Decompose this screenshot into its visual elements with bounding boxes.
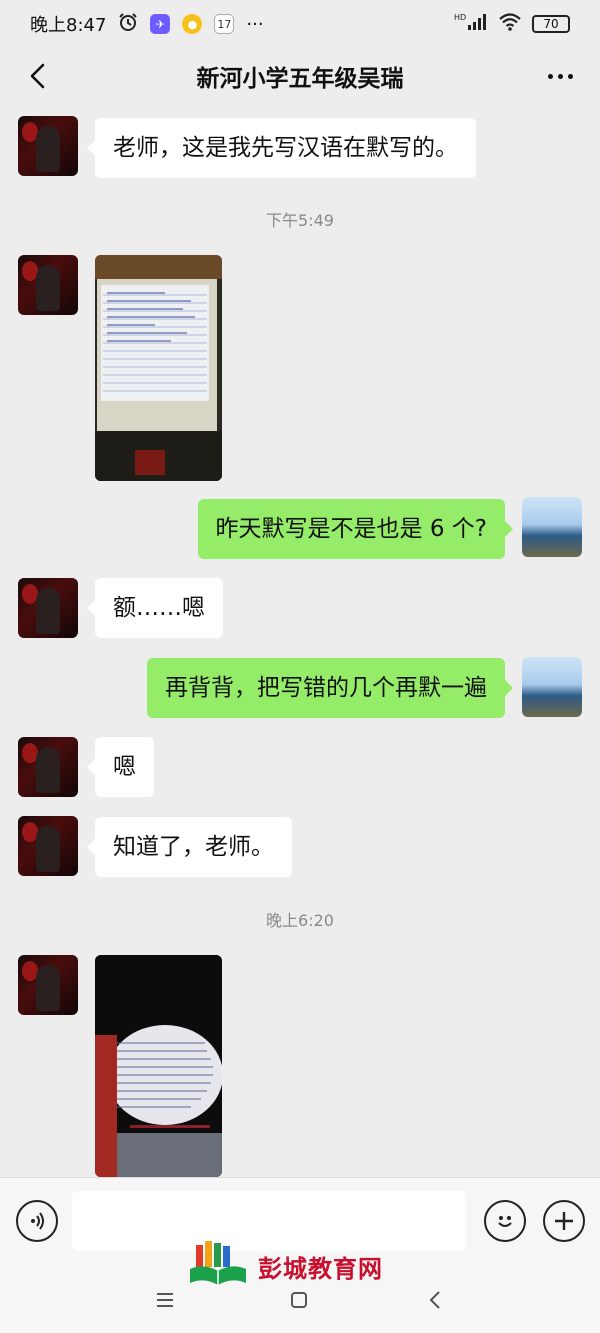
- message-timestamp: 下午5:49: [266, 211, 334, 230]
- watermark-text: 彭城教育网: [258, 1253, 383, 1283]
- chat-title: 新河小学五年级吴瑞: [196, 66, 404, 92]
- message-text: 嗯: [113, 754, 136, 780]
- message-text: 昨天默写是不是也是 6 个?: [215, 516, 487, 542]
- message-bubble[interactable]: 嗯: [87, 737, 154, 797]
- dot: [567, 73, 573, 79]
- chevron-left-icon: [429, 1291, 440, 1309]
- alarm-icon: [118, 12, 138, 37]
- chat-header: 新河小学五年级吴瑞: [0, 48, 600, 104]
- contact-avatar[interactable]: [18, 578, 78, 638]
- more-options-button[interactable]: [540, 56, 580, 96]
- image-message[interactable]: [95, 255, 222, 481]
- photo-notebook: [95, 255, 222, 481]
- plus-icon: [555, 1212, 573, 1230]
- message-bubble[interactable]: 老师，这是我先写汉语在默写的。: [87, 118, 476, 178]
- dot: [557, 73, 563, 79]
- emoji-button[interactable]: [484, 1200, 526, 1242]
- voice-button[interactable]: [16, 1200, 58, 1242]
- wifi-icon: [498, 12, 522, 37]
- system-nav-bar: 彭城教育网: [0, 1241, 600, 1333]
- home-nav-button[interactable]: [284, 1285, 314, 1315]
- message-text: 额……嗯: [113, 595, 205, 621]
- status-left: 晚上8:47 ✈ ● 17 ···: [30, 11, 264, 37]
- message-bubble-self[interactable]: 昨天默写是不是也是 6 个?: [197, 499, 514, 559]
- battery-indicator: 70: [532, 15, 570, 33]
- signal-icon: HD: [454, 12, 488, 37]
- app-icon: ●: [182, 14, 203, 34]
- contact-avatar[interactable]: [18, 116, 78, 176]
- status-bar: 晚上8:47 ✈ ● 17 ··· HD 70: [0, 0, 600, 48]
- status-right: HD 70: [454, 12, 570, 37]
- calendar-icon: 17: [214, 14, 235, 34]
- message-bubble[interactable]: 知道了，老师。: [87, 817, 292, 877]
- my-avatar[interactable]: [522, 657, 582, 717]
- dot: [547, 73, 553, 79]
- book-logo-icon: [190, 1241, 246, 1285]
- add-button[interactable]: [543, 1200, 585, 1242]
- menu-nav-button[interactable]: [150, 1285, 180, 1315]
- contact-avatar[interactable]: [18, 816, 78, 876]
- emoji-icon: [498, 1216, 512, 1227]
- contact-avatar[interactable]: [18, 255, 78, 315]
- svg-text:HD: HD: [454, 13, 466, 22]
- message-text: 知道了，老师。: [113, 834, 274, 860]
- message-timestamp: 晚上6:20: [266, 911, 334, 930]
- message-text: 再背背，把写错的几个再默一遍: [165, 675, 487, 701]
- photo-notebook: [95, 955, 222, 1177]
- home-square-icon: [291, 1292, 307, 1308]
- voice-icon: [31, 1212, 44, 1230]
- chevron-left-icon: [30, 63, 45, 89]
- watermark: 彭城教育网: [188, 1241, 383, 1291]
- image-message[interactable]: [95, 955, 222, 1177]
- contact-avatar[interactable]: [18, 737, 78, 797]
- clock: 晚上8:47: [30, 15, 107, 36]
- message-bubble-self[interactable]: 再背背，把写错的几个再默一遍: [147, 658, 513, 718]
- my-avatar[interactable]: [522, 497, 582, 557]
- back-nav-button[interactable]: [420, 1285, 450, 1315]
- menu-icon: [157, 1293, 173, 1307]
- message-text: 老师，这是我先写汉语在默写的。: [113, 135, 458, 161]
- app-icon: ✈: [150, 14, 171, 34]
- contact-avatar[interactable]: [18, 955, 78, 1015]
- message-bubble[interactable]: 额……嗯: [87, 578, 223, 638]
- more-notifications: ···: [246, 13, 264, 35]
- back-button[interactable]: [18, 56, 58, 96]
